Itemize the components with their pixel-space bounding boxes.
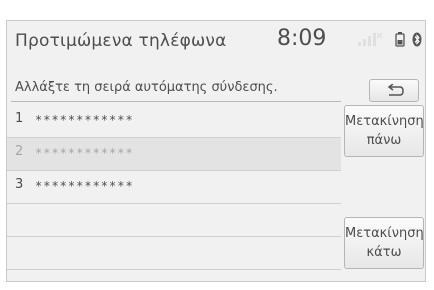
divider [11,101,341,102]
empty-row [7,204,341,237]
move-up-label-2: πάνω [366,133,402,148]
phone-row-1[interactable]: 1 ************ [7,105,341,138]
page-title: Προτιμώμενα τηλέφωνα [15,31,227,51]
move-up-button[interactable]: Μετακίνηση πάνω [344,105,424,157]
bluetooth-icon [412,32,422,47]
back-button[interactable] [369,79,419,102]
move-up-label-1: Μετακίνηση [345,114,424,129]
subtitle: Αλλάξτε τη σειρά αυτόματης σύνδεσης. [15,80,278,95]
move-down-label-2: κάτω [366,245,402,260]
phone-name: ************ [35,179,134,193]
phone-list: 1 ************ 2 ************ 3 ********… [7,105,341,270]
phone-name: ************ [35,113,134,127]
row-number: 1 [15,111,24,126]
status-bar [357,29,423,51]
phone-name: ************ [35,146,134,160]
phone-row-3[interactable]: 3 ************ [7,171,341,204]
clock: 8:09 [277,26,327,51]
signal-icon [358,32,383,46]
empty-row [7,237,341,270]
move-down-button[interactable]: Μετακίνηση κάτω [344,217,424,269]
battery-icon [395,32,405,47]
preferred-phones-screen: Προτιμώμενα τηλέφωνα 8:09 Αλλάξτε τη σει… [6,20,426,282]
row-number: 3 [15,177,24,192]
phone-row-2[interactable]: 2 ************ [7,138,341,171]
row-number: 2 [15,144,24,159]
back-arrow-icon [387,84,404,96]
move-down-label-1: Μετακίνηση [345,226,424,241]
